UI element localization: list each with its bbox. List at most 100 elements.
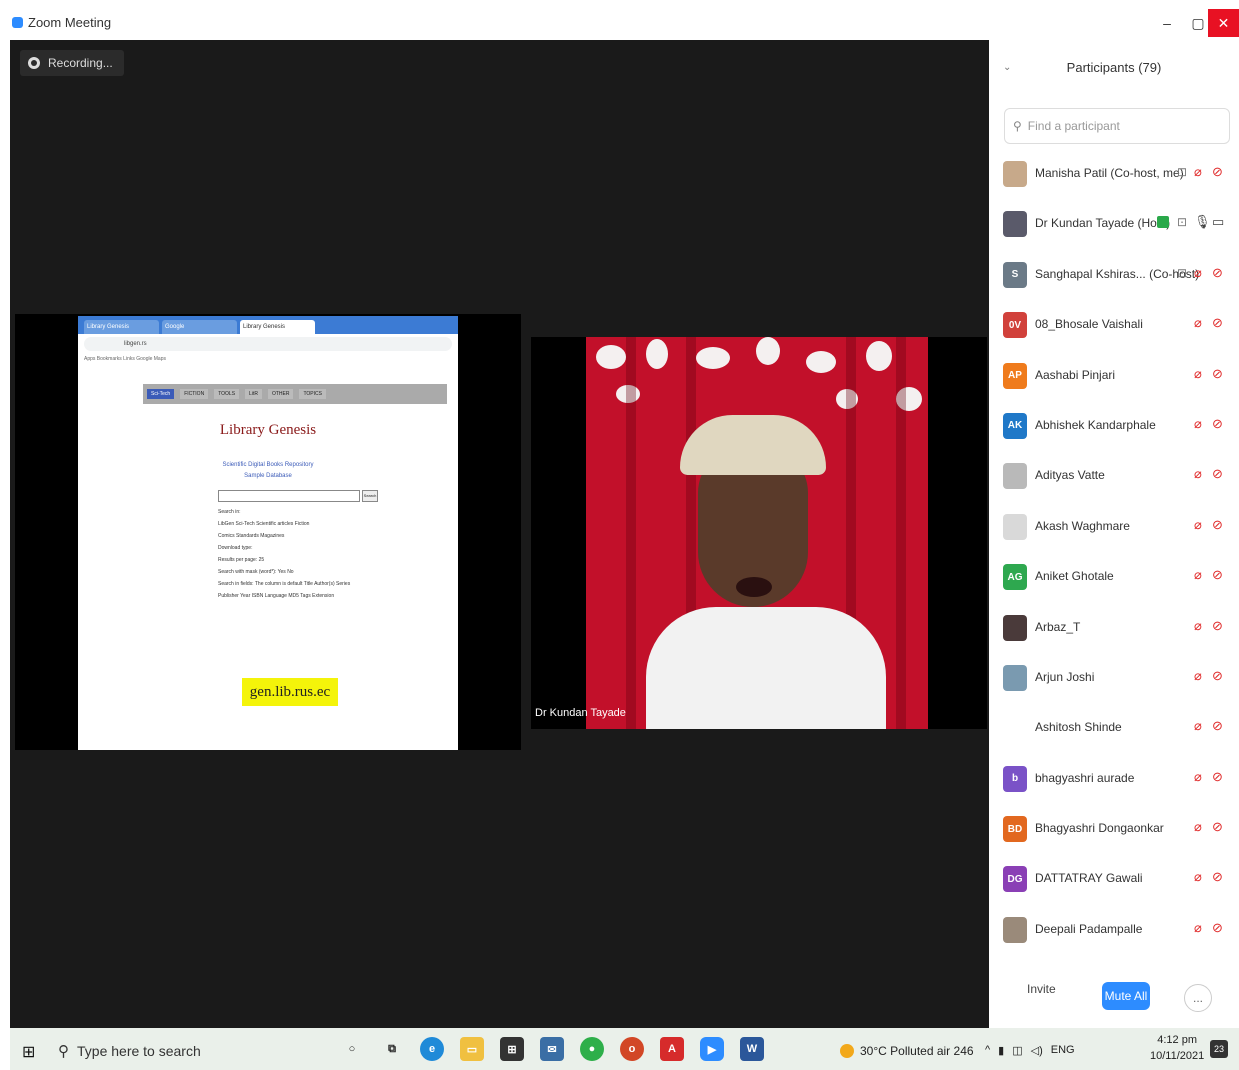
participant-row[interactable]: Arjun Joshi ⌀ ⊘ bbox=[989, 653, 1239, 703]
participant-row[interactable]: Manisha Patil (Co-host, me) ⊡ ⌀ ⊘ bbox=[989, 149, 1239, 199]
battery-icon[interactable]: ▮ bbox=[998, 1044, 1004, 1057]
participant-row[interactable]: DG DATTATRAY Gawali ⌀ ⊘ bbox=[989, 854, 1239, 904]
screen-share-icon: ⊡ bbox=[1177, 215, 1188, 230]
participant-row[interactable]: AP Aashabi Pinjari ⌀ ⊘ bbox=[989, 351, 1239, 401]
microphone-muted-icon[interactable]: ⌀ bbox=[1194, 416, 1202, 432]
store-icon[interactable]: ⊞ bbox=[500, 1037, 524, 1061]
recording-icon bbox=[28, 57, 40, 69]
participant-name: 08_Bhosale Vaishali bbox=[1035, 317, 1143, 332]
participant-name: DATTATRAY Gawali bbox=[1035, 871, 1143, 886]
libgen-menu-item: LitR bbox=[245, 389, 262, 399]
zoom-taskbar-icon[interactable]: ▶ bbox=[700, 1037, 724, 1061]
microphone-muted-icon[interactable]: ⌀ bbox=[1194, 668, 1202, 684]
curtain-dot bbox=[596, 345, 626, 369]
participant-row[interactable]: BD Bhagyashri Dongaonkar ⌀ ⊘ bbox=[989, 804, 1239, 854]
microphone-muted-icon[interactable]: ⌀ bbox=[1194, 718, 1202, 734]
microphone-muted-icon[interactable]: ⌀ bbox=[1194, 164, 1202, 180]
microphone-muted-icon[interactable]: ⌀ bbox=[1194, 366, 1202, 382]
file-explorer-icon[interactable]: ▭ bbox=[460, 1037, 484, 1061]
participant-row[interactable]: Dr Kundan Tayade (Host) ⊡ 🎙 ▭ bbox=[989, 199, 1239, 249]
volume-icon[interactable]: ◁) bbox=[1031, 1044, 1043, 1057]
participant-row[interactable]: AK Abhishek Kandarphale ⌀ ⊘ bbox=[989, 401, 1239, 451]
participant-row[interactable]: Deepali Padampalle ⌀ ⊘ bbox=[989, 905, 1239, 955]
clock-time: 4:12 pm bbox=[1157, 1034, 1197, 1046]
participant-avatar: S bbox=[1003, 261, 1027, 288]
taskbar-weather[interactable]: 30°C Polluted air 246 bbox=[840, 1044, 974, 1058]
taskbar-search[interactable]: ⚲ Type here to search bbox=[58, 1041, 318, 1061]
participant-row[interactable]: 0V 08_Bhosale Vaishali ⌀ ⊘ bbox=[989, 300, 1239, 350]
participant-row[interactable]: Adityas Vatte ⌀ ⊘ bbox=[989, 451, 1239, 501]
mail-icon[interactable]: ✉ bbox=[540, 1037, 564, 1061]
participant-search-input[interactable] bbox=[1025, 118, 1220, 134]
edge-icon[interactable]: e bbox=[420, 1037, 444, 1061]
camera-off-icon[interactable]: ⊘ bbox=[1212, 315, 1223, 331]
invite-button[interactable]: Invite bbox=[1027, 982, 1056, 996]
task-view-icon[interactable]: ⧉ bbox=[380, 1037, 404, 1061]
participant-name: Abhishek Kandarphale bbox=[1035, 417, 1156, 432]
windows-start-icon[interactable]: ⊞ bbox=[22, 1042, 35, 1062]
show-hidden-icons-icon[interactable]: ^ bbox=[985, 1044, 990, 1057]
office-icon[interactable]: o bbox=[620, 1037, 644, 1061]
participant-row[interactable]: Ashitosh Shinde ⌀ ⊘ bbox=[989, 703, 1239, 753]
more-options-button[interactable]: ... bbox=[1184, 984, 1212, 1012]
participant-name: Akash Waghmare bbox=[1035, 518, 1130, 533]
camera-off-icon[interactable]: ⊘ bbox=[1212, 668, 1223, 684]
camera-off-icon[interactable]: ⊘ bbox=[1212, 819, 1223, 835]
word-icon[interactable]: W bbox=[740, 1037, 764, 1061]
participant-search[interactable]: ⚲ bbox=[1004, 108, 1230, 144]
camera-off-icon[interactable]: ⊘ bbox=[1212, 416, 1223, 432]
camera-off-icon[interactable]: ⊘ bbox=[1212, 920, 1223, 936]
pdf-icon[interactable]: A bbox=[660, 1037, 684, 1061]
camera-off-icon[interactable]: ⊘ bbox=[1212, 466, 1223, 482]
camera-off-icon[interactable]: ⊘ bbox=[1212, 869, 1223, 885]
participant-avatar bbox=[1003, 715, 1027, 742]
microphone-icon[interactable]: 🎙 bbox=[1194, 214, 1211, 230]
shared-screen-tile[interactable]: Library Genesis Google Library Genesis l… bbox=[15, 314, 521, 750]
participant-row[interactable]: Arbaz_T ⌀ ⊘ bbox=[989, 603, 1239, 653]
camera-off-icon[interactable]: ⊘ bbox=[1212, 769, 1223, 785]
participant-avatar: AP bbox=[1003, 362, 1027, 389]
camera-off-icon[interactable]: ⊘ bbox=[1212, 618, 1223, 634]
participant-row[interactable]: b bhagyashri aurade ⌀ ⊘ bbox=[989, 754, 1239, 804]
language-indicator[interactable]: ENG bbox=[1051, 1044, 1075, 1057]
network-icon[interactable]: ◫ bbox=[1012, 1044, 1022, 1057]
participant-name: Adityas Vatte bbox=[1035, 468, 1105, 483]
minimize-button[interactable]: – bbox=[1152, 9, 1182, 37]
recording-indicator[interactable]: Recording... bbox=[20, 50, 124, 76]
notification-center-icon[interactable]: 23 bbox=[1210, 1040, 1228, 1058]
microphone-muted-icon[interactable]: ⌀ bbox=[1194, 265, 1202, 281]
camera-off-icon[interactable]: ⊘ bbox=[1212, 164, 1223, 180]
microphone-muted-icon[interactable]: ⌀ bbox=[1194, 466, 1202, 482]
microphone-muted-icon[interactable]: ⌀ bbox=[1194, 819, 1202, 835]
search-icon: ⚲ bbox=[1013, 119, 1022, 133]
cortana-icon[interactable]: ○ bbox=[340, 1037, 364, 1061]
mute-all-button[interactable]: Mute All bbox=[1102, 982, 1150, 1010]
libgen-option-line: Search with mask (word*): Yes No bbox=[218, 569, 294, 575]
libgen-option-line: Search in: bbox=[218, 509, 241, 515]
camera-off-icon[interactable]: ⊘ bbox=[1212, 517, 1223, 533]
camera-icon[interactable]: ▭ bbox=[1212, 214, 1224, 230]
browser-tab: Library Genesis bbox=[84, 320, 159, 334]
libgen-menu-item: TOOLS bbox=[214, 389, 240, 399]
participant-row[interactable]: S Sanghapal Kshiras... (Co-host) ⊡ ⌀ ⊘ bbox=[989, 250, 1239, 300]
microphone-muted-icon[interactable]: ⌀ bbox=[1194, 517, 1202, 533]
participant-name: Dr Kundan Tayade (Host) bbox=[1035, 216, 1171, 231]
camera-off-icon[interactable]: ⊘ bbox=[1212, 265, 1223, 281]
camera-video-tile[interactable]: Dr Kundan Tayade bbox=[531, 337, 987, 729]
microphone-muted-icon[interactable]: ⌀ bbox=[1194, 769, 1202, 785]
camera-off-icon[interactable]: ⊘ bbox=[1212, 567, 1223, 583]
camera-off-icon[interactable]: ⊘ bbox=[1212, 718, 1223, 734]
chrome-icon[interactable]: ● bbox=[580, 1037, 604, 1061]
participant-row[interactable]: Akash Waghmare ⌀ ⊘ bbox=[989, 502, 1239, 552]
microphone-muted-icon[interactable]: ⌀ bbox=[1194, 869, 1202, 885]
camera-off-icon[interactable]: ⊘ bbox=[1212, 366, 1223, 382]
close-button[interactable]: ✕ bbox=[1208, 9, 1239, 37]
participant-row[interactable]: AG Aniket Ghotale ⌀ ⊘ bbox=[989, 552, 1239, 602]
clock-date: 10/11/2021 bbox=[1150, 1050, 1205, 1062]
microphone-muted-icon[interactable]: ⌀ bbox=[1194, 618, 1202, 634]
taskbar-clock[interactable]: 4:12 pm 10/11/2021 bbox=[1150, 1032, 1204, 1064]
microphone-muted-icon[interactable]: ⌀ bbox=[1194, 920, 1202, 936]
microphone-muted-icon[interactable]: ⌀ bbox=[1194, 315, 1202, 331]
recording-label: Recording... bbox=[48, 56, 113, 70]
microphone-muted-icon[interactable]: ⌀ bbox=[1194, 567, 1202, 583]
